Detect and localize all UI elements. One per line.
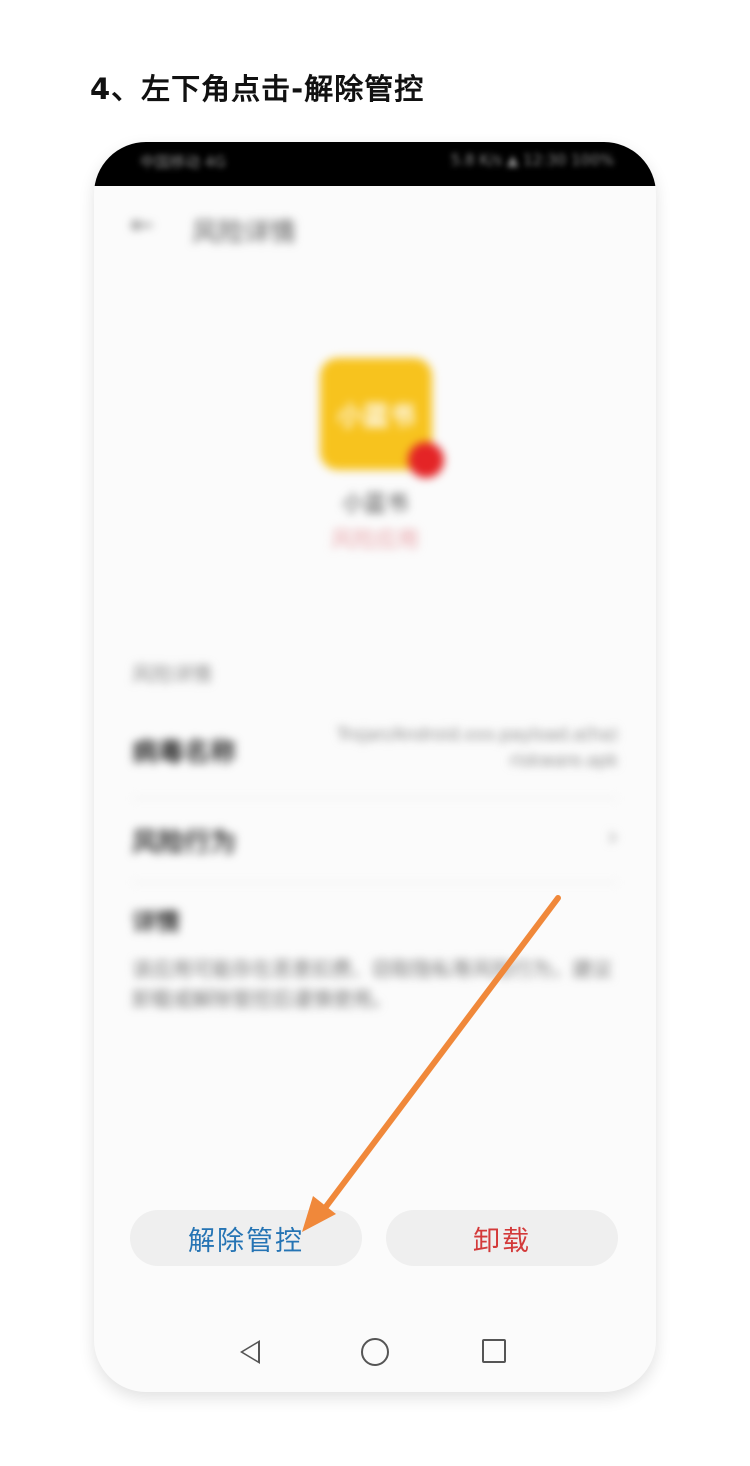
back-arrow-icon[interactable]: ←	[130, 208, 153, 241]
app-header: ← 风险详情	[130, 204, 620, 254]
app-name: 小蓝书	[341, 492, 408, 517]
status-right: 5.8 K/s ▲ 12:30 100%	[450, 151, 614, 169]
status-left: 中国移动 4G	[140, 153, 226, 171]
nav-back-icon[interactable]	[240, 1340, 260, 1364]
header-title: 风险详情	[192, 218, 297, 248]
status-bar: 中国移动 4G 5.8 K/s ▲ 12:30 100%	[94, 142, 656, 186]
chevron-right-icon: ›	[607, 822, 618, 852]
description-title: 详情	[132, 908, 180, 936]
risk-badge-icon	[408, 442, 444, 478]
navigation-bar	[94, 1332, 656, 1372]
unlock-control-button[interactable]: 解除管控	[130, 1210, 362, 1266]
step-title: 4、左下角点击-解除管控	[90, 72, 425, 106]
risk-behavior-row[interactable]: 风险行为 ›	[132, 822, 618, 859]
virus-name-label: 病毒名称	[132, 738, 237, 768]
phone-screen: 中国移动 4G 5.8 K/s ▲ 12:30 100% ← 风险详情 小蓝书 …	[94, 142, 656, 1392]
virus-name-value: Trojan/Android.xxx.payload.a(ha) riskwar…	[336, 725, 618, 771]
divider	[132, 798, 618, 799]
section-label: 风险详情	[132, 662, 212, 686]
nav-home-icon[interactable]	[361, 1338, 389, 1366]
description-text: 该应用可能存在恶意扣费、窃取隐私等风险行为，建议卸载或解除管控后谨慎使用。	[132, 957, 612, 1011]
app-risk-status: 风险应用	[330, 528, 419, 553]
risk-behavior-label: 风险行为	[132, 828, 237, 858]
virus-name-row: 病毒名称 Trojan/Android.xxx.payload.a(ha) ri…	[132, 725, 618, 771]
uninstall-button[interactable]: 卸载	[386, 1210, 618, 1266]
divider	[132, 882, 618, 883]
nav-recent-icon[interactable]	[482, 1339, 506, 1363]
